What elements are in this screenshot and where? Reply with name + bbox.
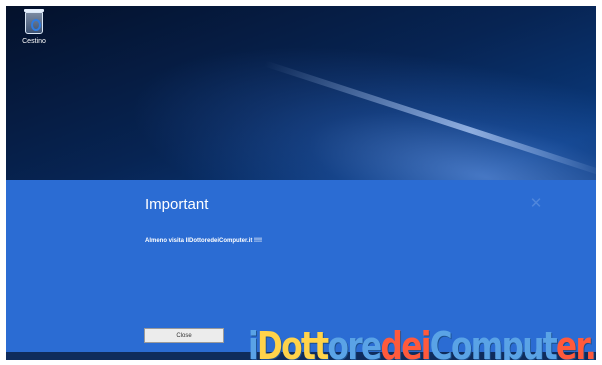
- close-icon[interactable]: ✕: [529, 196, 543, 211]
- recycle-bin-icon: [24, 9, 44, 34]
- watermark-part: er.i: [556, 324, 596, 360]
- desktop-screen: Cestino Important ✕ Almeno visita IlDott…: [6, 6, 596, 360]
- watermark-logo: iDottoredeiComputer.i: [248, 324, 596, 360]
- recycle-bin-label: Cestino: [22, 38, 46, 45]
- close-button[interactable]: Close: [144, 328, 224, 343]
- dialog-title: Important: [145, 196, 209, 213]
- watermark-part: Comput: [429, 324, 558, 360]
- dialog-message: Almeno visita IlDottoredeiComputer.it !!…: [145, 238, 263, 244]
- watermark-part: i: [248, 324, 259, 360]
- watermark-part: Dott: [257, 324, 329, 360]
- watermark-part: dei: [380, 324, 432, 360]
- watermark-part: ore: [327, 324, 383, 360]
- recycle-bin-shortcut[interactable]: Cestino: [14, 9, 54, 45]
